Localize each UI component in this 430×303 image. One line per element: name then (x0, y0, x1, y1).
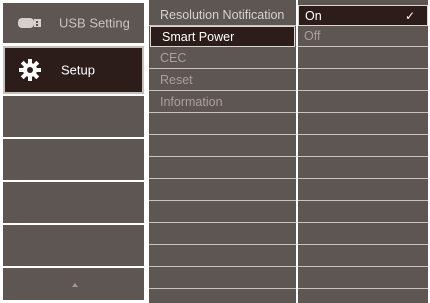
submenu-item-smart-power[interactable]: Smart Power (150, 26, 295, 47)
submenu-item-reset[interactable]: Reset (149, 70, 296, 91)
submenu: Resolution Notification Smart Power CEC … (149, 0, 296, 303)
submenu-empty-row (149, 224, 296, 245)
option-off[interactable]: Off (298, 26, 428, 47)
option-empty-row (298, 224, 428, 245)
option-empty-row (298, 180, 428, 201)
submenu-empty-row (149, 114, 296, 135)
submenu-empty-row (149, 136, 296, 157)
option-empty-row (298, 268, 428, 289)
option-empty-row (298, 114, 428, 135)
option-label: Off (304, 29, 321, 43)
submenu-empty-row (149, 180, 296, 201)
option-empty-row (298, 70, 428, 91)
option-empty-row (298, 246, 428, 267)
options-panel: On ✓ Off (298, 0, 428, 303)
menu-item-empty (3, 139, 144, 180)
menu-item-empty (3, 182, 144, 223)
submenu-empty-row (149, 246, 296, 267)
submenu-empty-row (149, 202, 296, 223)
usb-icon (18, 16, 42, 30)
submenu-empty-row (149, 268, 296, 289)
option-empty-row (298, 136, 428, 157)
menu-item-usb-setting[interactable]: USB Setting (3, 3, 144, 43)
option-empty-row (298, 158, 428, 179)
scroll-up-icon[interactable] (72, 283, 78, 287)
option-empty-row (298, 48, 428, 69)
option-label: On (305, 9, 322, 23)
menu-item-empty (3, 96, 144, 137)
submenu-item-information[interactable]: Information (149, 92, 296, 113)
option-empty-row (298, 92, 428, 113)
main-menu: USB Setting Setup (0, 0, 146, 303)
menu-item-empty (3, 225, 144, 266)
option-on[interactable]: On ✓ (298, 5, 428, 26)
menu-item-label: USB Setting (59, 15, 130, 31)
menu-item-label: Setup (61, 62, 95, 78)
submenu-item-resolution-notification[interactable]: Resolution Notification (149, 5, 296, 26)
osd-menu: USB Setting Setup Resolution Notificatio… (0, 0, 430, 303)
menu-item-setup[interactable]: Setup (3, 46, 144, 94)
submenu-item-cec[interactable]: CEC (149, 48, 296, 69)
option-empty-row (298, 202, 428, 223)
submenu-empty-row (149, 158, 296, 179)
gear-icon (18, 58, 42, 82)
checkmark-icon: ✓ (404, 9, 415, 23)
